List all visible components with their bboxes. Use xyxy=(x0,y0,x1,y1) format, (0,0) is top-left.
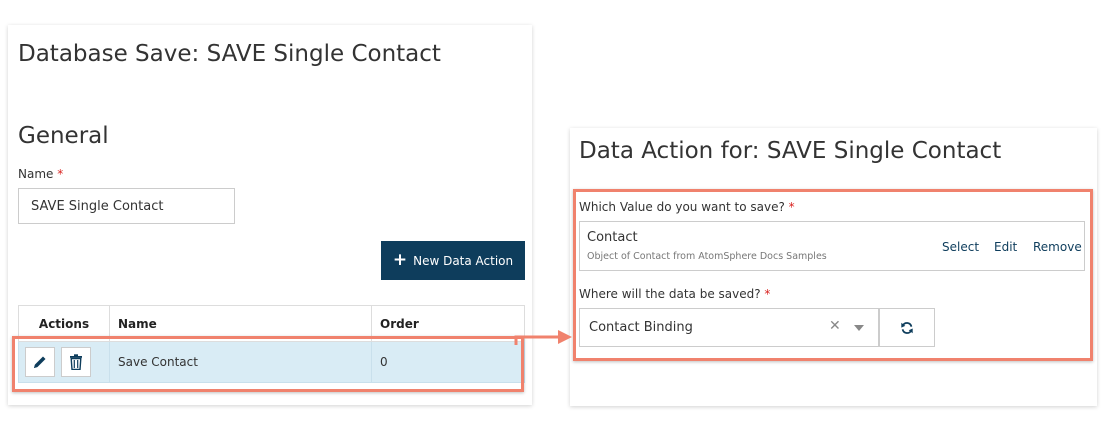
name-label: Name * xyxy=(18,167,63,181)
where-label: Where will the data be saved? * xyxy=(579,287,770,301)
value-label-text: Which Value do you want to save? xyxy=(579,200,785,214)
refresh-button[interactable] xyxy=(879,308,935,347)
plus-icon: + xyxy=(392,250,408,270)
arrow-icon xyxy=(514,330,572,345)
value-selector: Contact Object of Contact from AtomSpher… xyxy=(579,221,1085,271)
row-name-cell: Save Contact xyxy=(109,341,372,383)
column-header-actions: Actions xyxy=(18,305,110,342)
required-marker: * xyxy=(57,167,64,181)
table-header-row: Actions Name Order xyxy=(18,305,525,342)
general-heading: General xyxy=(18,123,109,149)
column-header-name: Name xyxy=(109,305,372,342)
name-input[interactable] xyxy=(18,188,235,224)
trash-icon xyxy=(70,354,82,370)
select-link[interactable]: Select xyxy=(942,240,979,254)
binding-value: Contact Binding xyxy=(589,320,693,335)
edit-row-button[interactable] xyxy=(25,347,55,377)
data-action-title: Data Action for: SAVE Single Contact xyxy=(579,138,1002,164)
remove-link[interactable]: Remove xyxy=(1033,240,1082,254)
row-actions-cell xyxy=(18,341,110,383)
required-marker: * xyxy=(764,287,771,301)
row-order-cell: 0 xyxy=(371,341,525,383)
name-label-text: Name xyxy=(18,167,54,181)
binding-select[interactable]: Contact Binding ✕ xyxy=(579,308,879,347)
new-data-action-label: New Data Action xyxy=(413,253,514,268)
page-title: Database Save: SAVE Single Contact xyxy=(18,41,441,67)
refresh-icon xyxy=(901,321,913,334)
data-action-panel: Data Action for: SAVE Single Contact Whi… xyxy=(570,128,1097,406)
clear-icon[interactable]: ✕ xyxy=(829,318,841,334)
database-save-panel: Database Save: SAVE Single Contact Gener… xyxy=(8,25,532,405)
data-actions-table: Actions Name Order Save Contact 0 xyxy=(18,305,525,383)
edit-link[interactable]: Edit xyxy=(994,240,1017,254)
required-marker: * xyxy=(788,200,795,214)
delete-row-button[interactable] xyxy=(61,347,91,377)
value-name: Contact xyxy=(587,230,638,245)
value-label: Which Value do you want to save? * xyxy=(579,200,795,214)
value-description: Object of Contact from AtomSphere Docs S… xyxy=(587,251,827,262)
where-label-text: Where will the data be saved? xyxy=(579,287,761,301)
new-data-action-button[interactable]: + New Data Action xyxy=(381,241,525,280)
pencil-icon xyxy=(34,356,46,368)
table-row[interactable]: Save Contact 0 xyxy=(18,341,525,383)
column-header-order: Order xyxy=(371,305,525,342)
chevron-down-icon[interactable] xyxy=(854,325,864,331)
